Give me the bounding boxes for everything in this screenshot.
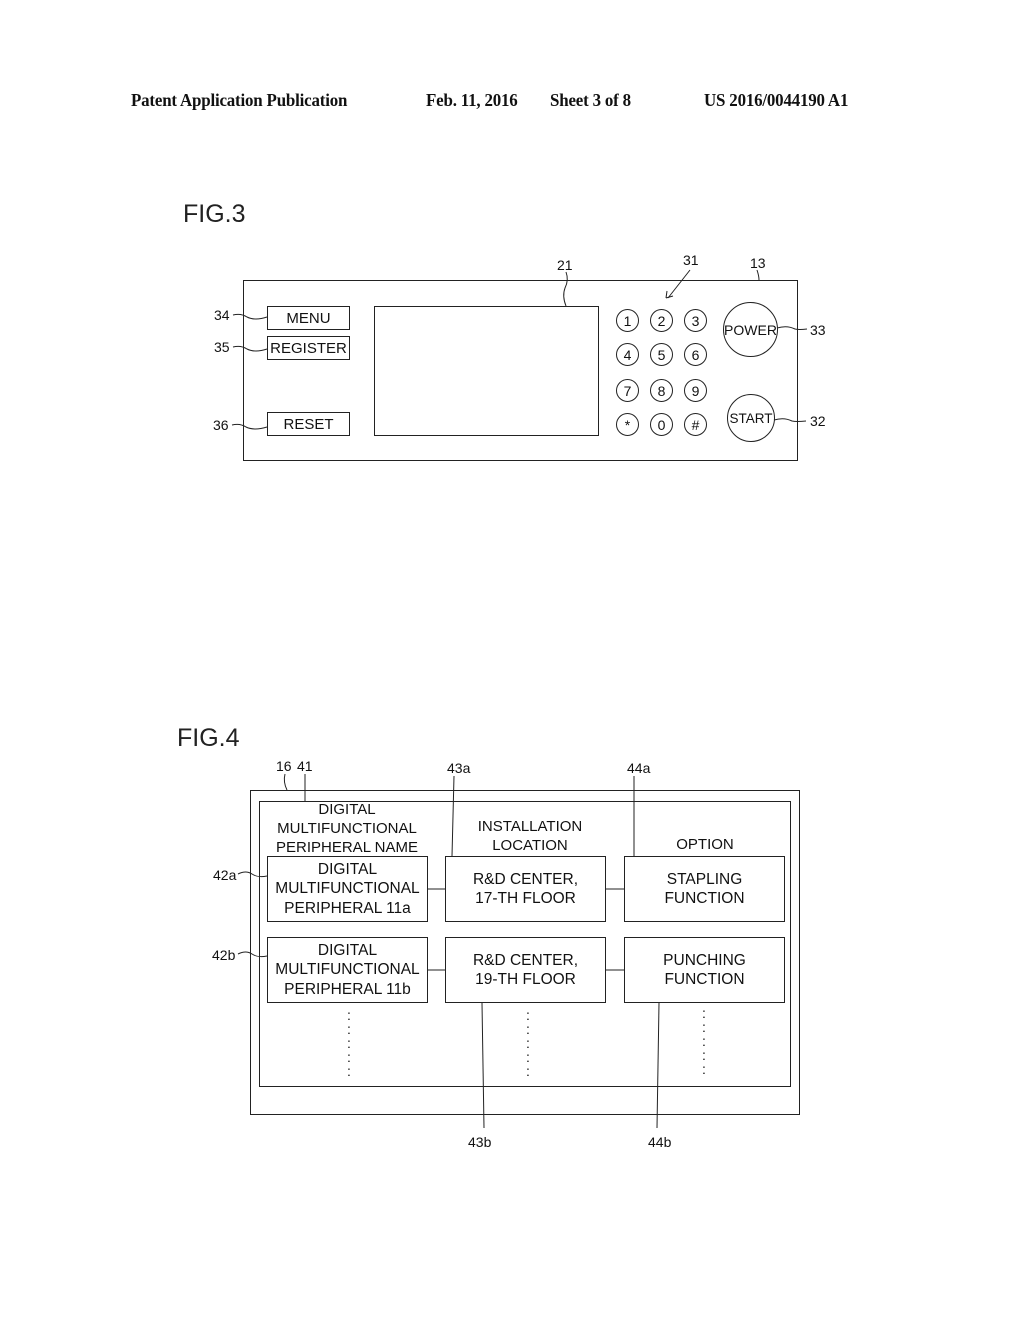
key-hash[interactable]: # — [684, 413, 707, 436]
key-8[interactable]: 8 — [650, 379, 673, 402]
leader-13 — [756, 269, 760, 281]
start-button[interactable]: START — [727, 394, 775, 442]
figure-4-label: FIG.4 — [177, 724, 240, 752]
figure-3-label: FIG.3 — [183, 200, 246, 228]
ref-42b: 42b — [212, 947, 236, 963]
ref-36: 36 — [213, 417, 229, 433]
row-a-name[interactable]: DIGITAL MULTIFUNCTIONAL PERIPHERAL 11a — [267, 856, 428, 922]
key-9[interactable]: 9 — [684, 379, 707, 402]
key-1[interactable]: 1 — [616, 309, 639, 332]
key-5[interactable]: 5 — [650, 343, 673, 366]
row-b-location[interactable]: R&D CENTER, 19-TH FLOOR — [445, 937, 606, 1003]
key-7[interactable]: 7 — [616, 379, 639, 402]
sheet-number: Sheet 3 of 8 — [550, 90, 631, 110]
ref-44b: 44b — [648, 1134, 672, 1150]
continuation-dots-location: ::::: — [526, 1007, 530, 1079]
ref-16: 16 — [276, 758, 292, 774]
ref-44a: 44a — [627, 760, 651, 776]
key-6[interactable]: 6 — [684, 343, 707, 366]
row-b-name[interactable]: DIGITAL MULTIFUNCTIONAL PERIPHERAL 11b — [267, 937, 428, 1003]
ref-32: 32 — [810, 413, 826, 429]
ref-34: 34 — [214, 307, 230, 323]
ref-35: 35 — [214, 339, 230, 355]
ref-21: 21 — [557, 257, 573, 273]
publication-date: Feb. 11, 2016 — [426, 90, 518, 110]
ref-43a: 43a — [447, 760, 471, 776]
ref-41: 41 — [297, 758, 313, 774]
menu-button[interactable]: MENU — [267, 306, 350, 330]
column-header-option: OPTION — [676, 836, 734, 853]
ref-31: 31 — [683, 252, 699, 268]
reset-button[interactable]: RESET — [267, 412, 350, 436]
row-a-location[interactable]: R&D CENTER, 17-TH FLOOR — [445, 856, 606, 922]
ref-42a: 42a — [213, 867, 237, 883]
row-b-option[interactable]: PUNCHING FUNCTION — [624, 937, 785, 1003]
continuation-dots-option: ::::: — [702, 1005, 706, 1077]
continuation-dots-name: ::::: — [347, 1007, 351, 1079]
leader-16 — [283, 773, 288, 791]
key-3[interactable]: 3 — [684, 309, 707, 332]
ref-43b: 43b — [468, 1134, 492, 1150]
publication-number: US 2016/0044190 A1 — [704, 90, 849, 110]
key-2[interactable]: 2 — [650, 309, 673, 332]
key-asterisk[interactable]: * — [616, 413, 639, 436]
leader-lines — [231, 269, 808, 1129]
key-0[interactable]: 0 — [650, 413, 673, 436]
row-a-option[interactable]: STAPLING FUNCTION — [624, 856, 785, 922]
touch-panel-display[interactable] — [374, 306, 599, 436]
ref-33: 33 — [810, 322, 826, 338]
register-button[interactable]: REGISTER — [267, 336, 350, 360]
column-header-location: INSTALLATION LOCATION — [477, 818, 583, 854]
power-button[interactable]: POWER — [723, 302, 778, 357]
key-4[interactable]: 4 — [616, 343, 639, 366]
publication-type: Patent Application Publication — [131, 90, 348, 110]
ref-13: 13 — [750, 255, 766, 271]
column-header-name: DIGITAL MULTIFUNCTIONAL PERIPHERAL NAME — [276, 801, 418, 856]
